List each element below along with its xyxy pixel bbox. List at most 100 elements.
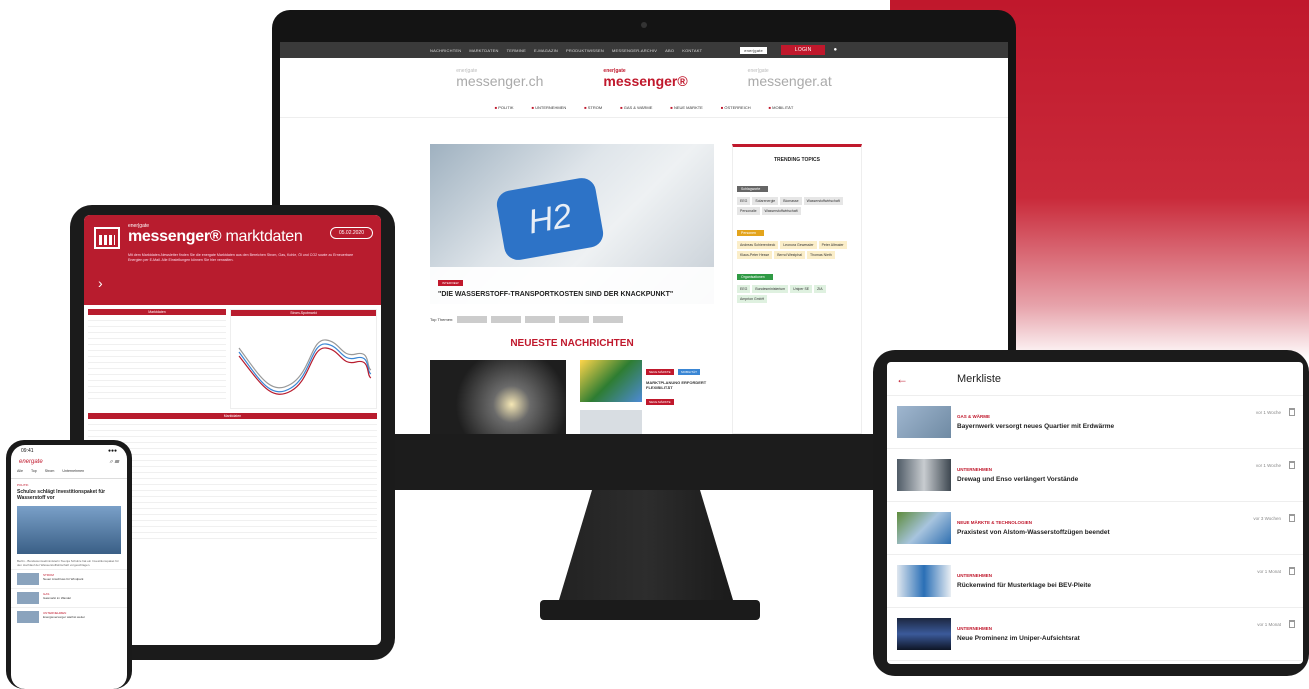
brand-ch-link[interactable]: ener|gate messenger.ch bbox=[456, 68, 543, 88]
topnav-item[interactable]: MESSENGER-ARCHIV bbox=[612, 48, 657, 53]
topnav-item[interactable]: NACHRICHTEN bbox=[430, 48, 461, 53]
topic-chip[interactable]: Andreas Schierenbeck bbox=[737, 241, 779, 249]
topnav-item[interactable]: TERMINE bbox=[507, 48, 526, 53]
news-teaser[interactable]: NEUE MÄRKTE MOBILITÄT MARKTPLANUNG ERFOR… bbox=[646, 360, 714, 408]
nav-item[interactable]: UNTERNEHMEN bbox=[532, 105, 566, 110]
topic-chip[interactable]: Peter Altmaier bbox=[818, 241, 847, 249]
list-item[interactable]: UNTERNEHMEN Drewag und Enso verlängert Vo… bbox=[887, 449, 1303, 502]
nav-item[interactable]: STROM bbox=[584, 105, 602, 110]
search-menu-icon[interactable]: ⌕ ☰ bbox=[109, 459, 119, 467]
trash-icon[interactable] bbox=[1289, 620, 1295, 628]
topic-chip[interactable]: Wasserstoffwirtschaft bbox=[761, 207, 801, 215]
topic-chip[interactable]: Bernd Westphal bbox=[774, 251, 806, 259]
tab-item[interactable]: Unternehmen bbox=[62, 469, 84, 478]
page-title: Merkliste bbox=[957, 372, 1002, 385]
topic-chip[interactable]: Biomasse bbox=[780, 197, 802, 205]
thumbnail bbox=[897, 565, 951, 597]
spot-price-chart: Strom-Spotmarkt bbox=[230, 309, 377, 409]
list-item[interactable]: UNTERNEHMEN Neue Prominenz im Uniper-Aufs… bbox=[887, 608, 1303, 661]
topic-chip[interactable] bbox=[559, 315, 590, 323]
login-button[interactable]: LOGIN bbox=[780, 45, 826, 55]
topic-chip[interactable]: EEG bbox=[737, 285, 751, 293]
topnav-item[interactable]: KONTAKT bbox=[682, 48, 702, 53]
topic-chip[interactable]: EEG bbox=[737, 197, 751, 205]
news-title[interactable]: MARKTPLANUNG ERFORDERT FLEXIBILITÄT bbox=[646, 380, 714, 390]
energate-mini-logo[interactable]: ener|gate bbox=[740, 46, 767, 54]
topic-chip[interactable] bbox=[525, 315, 556, 323]
hero-article[interactable]: H2 INTERVIEW "DIE WASSERSTOFF-TRANSPORTK… bbox=[430, 144, 714, 304]
list-item[interactable]: UNTERNEHMEN Energieversorger wächst weite… bbox=[11, 607, 127, 626]
trash-icon[interactable] bbox=[1289, 461, 1295, 469]
topic-chip[interactable] bbox=[593, 315, 624, 323]
item-title[interactable]: Rückenwind für Musterklage bei BEV-Pleit… bbox=[957, 582, 1293, 589]
item-title[interactable]: Praxistest von Alstom-Wasserstoffzügen b… bbox=[957, 529, 1293, 536]
trending-title: TRENDING TOPICS bbox=[773, 157, 821, 163]
topic-chip[interactable]: Solarenergie bbox=[752, 197, 779, 205]
nav-item[interactable]: GAS & WÄRME bbox=[620, 105, 653, 110]
item-time: vor 1 Woche bbox=[1255, 410, 1281, 415]
topic-chip[interactable]: Thomas Nieth bbox=[807, 251, 835, 259]
chip-group: Andreas Schierenbeck Leonora Gewessler P… bbox=[733, 239, 861, 265]
topnav-item[interactable]: E-MAGAZIN bbox=[534, 48, 558, 53]
topnav-item[interactable]: MARKTDATEN bbox=[469, 48, 498, 53]
topic-chip[interactable]: Personalie bbox=[737, 207, 760, 215]
trash-icon[interactable] bbox=[1289, 567, 1295, 575]
back-arrow-icon[interactable]: ← bbox=[887, 372, 917, 386]
news-image-worker[interactable] bbox=[580, 360, 642, 402]
date-badge: 05.02.2020 bbox=[329, 227, 373, 239]
topic-chip[interactable]: Bundesministerium bbox=[752, 285, 789, 293]
trash-icon[interactable] bbox=[1289, 514, 1295, 522]
group-label: Personen bbox=[737, 230, 764, 236]
item-time: vor 1 Monat bbox=[1257, 622, 1281, 627]
news-image-office[interactable] bbox=[580, 410, 642, 434]
topic-chip[interactable] bbox=[457, 315, 488, 323]
topnav-item[interactable]: PRODUKTWISSEN bbox=[566, 48, 604, 53]
topic-chip[interactable]: Leonora Gewessler bbox=[780, 241, 817, 249]
list-item[interactable]: GAS & WÄRME Bayernwerk versorgt neues Qua… bbox=[887, 396, 1303, 449]
phone-frame: 09:41 ●●● energate ⌕ ☰ Alle Top Strom Unte… bbox=[6, 440, 132, 689]
nav-item[interactable]: ÖSTERREICH bbox=[721, 105, 750, 110]
item-title[interactable]: Neue Prominenz im Uniper-Aufsichtsrat bbox=[957, 635, 1293, 642]
user-icon[interactable]: ● bbox=[833, 47, 837, 53]
imac-stand-base bbox=[540, 600, 760, 620]
topic-chip[interactable]: Uniper SE bbox=[790, 285, 813, 293]
brand-at-link[interactable]: ener|gate messenger.at bbox=[748, 68, 832, 88]
item-time: vor 1 Woche bbox=[1255, 463, 1281, 468]
brand-main-logo[interactable]: ener|gate messenger® bbox=[603, 68, 687, 88]
thumbnail bbox=[17, 611, 39, 624]
phone-logo[interactable]: energate bbox=[19, 459, 43, 467]
topic-chip[interactable] bbox=[491, 315, 522, 323]
list-item[interactable]: NEUE MÄRKTE & TECHNOLOGIEN Praxistest von… bbox=[887, 502, 1303, 555]
topic-chip[interactable]: Wasserstoffwirtschaft bbox=[803, 197, 843, 205]
topnav-item[interactable]: ABO bbox=[665, 48, 674, 53]
thumbnail bbox=[897, 618, 951, 650]
news-image-bulb[interactable] bbox=[430, 360, 566, 434]
nav-item[interactable]: NEUE MÄRKTE bbox=[670, 105, 703, 110]
list-item[interactable]: STROM Neuer Anschluss für Windpark bbox=[11, 569, 127, 588]
item-title[interactable]: Bayernwerk versorgt neues Quartier mit E… bbox=[957, 423, 1293, 430]
article-image[interactable] bbox=[17, 506, 121, 554]
nav-item[interactable]: MOBILITÄT bbox=[769, 105, 793, 110]
trash-icon[interactable] bbox=[1289, 408, 1295, 416]
signal-icon: ●●● bbox=[107, 448, 117, 454]
tab-item[interactable]: Top bbox=[31, 469, 37, 478]
trending-topics-sidebar: TRENDING TOPICS Schlagworte EEG Solarene… bbox=[732, 144, 862, 434]
status-bar: 09:41 ●●● bbox=[11, 445, 127, 457]
tab-item[interactable]: Alle bbox=[17, 469, 23, 478]
item-title[interactable]: Drewag und Enso verlängert Vorstände bbox=[957, 476, 1293, 483]
tab-item[interactable]: Strom bbox=[45, 469, 55, 478]
topic-chip[interactable]: ZIA bbox=[814, 285, 826, 293]
chart-header: Strom-Spotmarkt bbox=[231, 310, 376, 316]
hero-title[interactable]: "DIE WASSERSTOFF-TRANSPORTKOSTEN SIND DE… bbox=[438, 291, 706, 300]
list-item[interactable]: GAS Gasmarkt im Wandel bbox=[11, 588, 127, 607]
phone-tabs: Alle Top Strom Unternehmen bbox=[11, 469, 127, 479]
topic-chip[interactable]: Klaus-Peter Hesse bbox=[737, 251, 773, 259]
topic-chip[interactable]: Amprion GmbH bbox=[737, 295, 768, 303]
article-headline[interactable]: Schulze schlägt Investitionspaket für Wa… bbox=[11, 487, 127, 503]
list-item[interactable]: UNTERNEHMEN Rückenwind für Musterklage be… bbox=[887, 555, 1303, 608]
imac-stand bbox=[556, 490, 736, 610]
phone-header: energate ⌕ ☰ bbox=[11, 457, 127, 469]
nav-item[interactable]: POLITIK bbox=[495, 105, 513, 110]
arrow-right-icon[interactable]: › bbox=[98, 275, 103, 291]
item-category: NEUE MÄRKTE & TECHNOLOGIEN bbox=[957, 520, 1033, 525]
